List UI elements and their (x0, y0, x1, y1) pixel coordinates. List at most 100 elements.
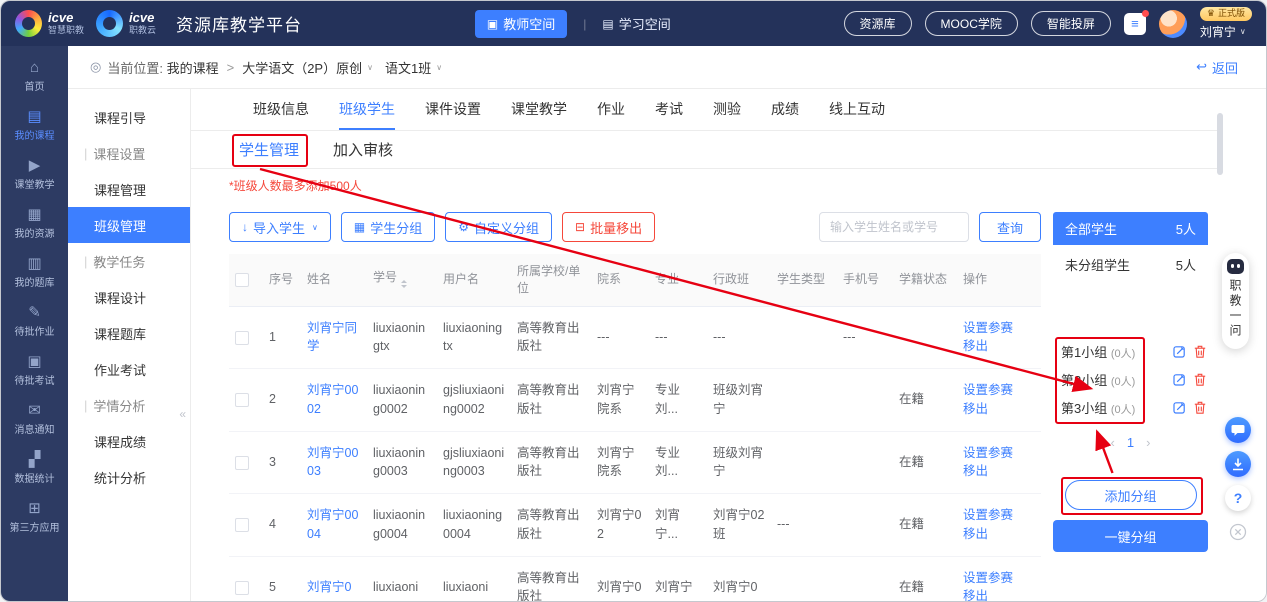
edit-group-icon[interactable] (1173, 401, 1186, 414)
import-students-button[interactable]: ↓导入学生∨ (229, 212, 331, 242)
row-checkbox[interactable] (235, 581, 249, 595)
action-set-contest[interactable]: 设置参赛 (963, 319, 1035, 338)
all-students-header[interactable]: 全部学生 5人 (1053, 212, 1208, 245)
collapse-menu-icon[interactable]: « (179, 407, 186, 421)
learning-space-link[interactable]: ▤ 学习空间 (602, 14, 670, 33)
action-set-contest[interactable]: 设置参赛 (963, 381, 1035, 400)
page-number[interactable]: 1 (1127, 435, 1134, 450)
action-remove[interactable]: 移出 (963, 337, 1035, 356)
student-name-link[interactable]: 刘宵宁0002 (307, 383, 358, 416)
chevron-down-icon[interactable]: ∨ (436, 63, 442, 72)
action-remove[interactable]: 移出 (963, 587, 1035, 602)
delete-group-icon[interactable] (1194, 345, 1206, 358)
tab[interactable]: 作业 (597, 89, 625, 130)
course-menu-item[interactable]: 课程设计 (68, 279, 190, 315)
edit-group-icon[interactable] (1173, 373, 1186, 386)
notification-icon[interactable]: ≡ (1124, 13, 1146, 35)
teacher-space-button[interactable]: ▣ 教师空间 (475, 10, 567, 38)
sidebar-item-my-courses[interactable]: ▤ 我的课程 (1, 101, 68, 150)
action-remove[interactable]: 移出 (963, 525, 1035, 544)
action-set-contest[interactable]: 设置参赛 (963, 569, 1035, 588)
tab[interactable]: 班级信息 (253, 89, 309, 130)
user-menu[interactable]: 刘宵宁∨ (1200, 23, 1246, 40)
subtab[interactable]: 加入审核 (333, 139, 393, 160)
action-remove[interactable]: 移出 (963, 400, 1035, 419)
resource-lib-button[interactable]: 资源库 (844, 11, 912, 36)
tab[interactable]: 成绩 (771, 89, 799, 130)
scrollbar-thumb[interactable] (1217, 113, 1223, 175)
course-menu-item[interactable]: 作业考试 (68, 351, 190, 387)
edit-group-icon[interactable] (1173, 345, 1186, 358)
download-float-icon[interactable] (1225, 451, 1251, 477)
action-set-contest[interactable]: 设置参赛 (963, 444, 1035, 463)
cell-status: 在籍 (893, 431, 957, 494)
sidebar-item-exams[interactable]: ▣ 待批考试 (1, 346, 68, 395)
back-button[interactable]: ↩返回 (1196, 58, 1238, 77)
tab[interactable]: 课件设置 (425, 89, 481, 130)
row-checkbox[interactable] (235, 518, 249, 532)
sidebar-item-classroom[interactable]: ▶ 课堂教学 (1, 150, 68, 199)
tab[interactable]: 测验 (713, 89, 741, 130)
sidebar-item-homework[interactable]: ✎ 待批作业 (1, 297, 68, 346)
sort-icon[interactable] (401, 277, 407, 291)
course-menu-item[interactable]: 课程管理 (68, 171, 190, 207)
sidebar-item-resources[interactable]: ▦ 我的资源 (1, 199, 68, 248)
sidebar-item-home[interactable]: ⌂ 首页 (1, 52, 68, 101)
delete-group-icon[interactable] (1194, 401, 1206, 414)
tab[interactable]: 课堂教学 (511, 89, 567, 130)
breadcrumb-my-courses[interactable]: 我的课程 (167, 58, 219, 77)
sidebar-item-third-party[interactable]: ⊞ 第三方应用 (1, 493, 68, 542)
ai-chat-icon[interactable] (1225, 417, 1251, 443)
group-row[interactable]: 第2小组 (0人) (1053, 365, 1208, 393)
chevron-down-icon[interactable]: ∨ (367, 63, 373, 72)
subtab[interactable]: 学生管理 (239, 139, 299, 160)
cell-class: --- (707, 306, 771, 369)
row-checkbox[interactable] (235, 331, 249, 345)
course-menu-item[interactable]: 班级管理 (68, 207, 190, 243)
course-menu-item[interactable]: 统计分析 (68, 459, 190, 495)
next-page-icon[interactable]: › (1146, 435, 1150, 450)
close-float-icon[interactable] (1225, 519, 1251, 545)
breadcrumb-course[interactable]: 大学语文（2P）原创 (242, 58, 362, 77)
course-menu-item[interactable]: 课程成绩 (68, 423, 190, 459)
row-checkbox[interactable] (235, 456, 249, 470)
action-remove[interactable]: 移出 (963, 462, 1035, 481)
course-menu-item[interactable]: 课程引导 (68, 99, 190, 135)
group-row[interactable]: 第1小组 (0人) (1053, 337, 1208, 365)
mooc-button[interactable]: MOOC学院 (925, 11, 1018, 36)
tab[interactable]: 考试 (655, 89, 683, 130)
student-name-link[interactable]: 刘宵宁0004 (307, 508, 358, 541)
group-row[interactable]: 第3小组 (0人) (1053, 393, 1208, 421)
student-name-link[interactable]: 刘宵宁0 (307, 580, 351, 594)
prev-page-icon[interactable]: ‹ (1111, 435, 1115, 450)
course-menu-section: | 学情分析 (68, 387, 190, 423)
qa-widget[interactable]: 职教一问 (1222, 253, 1249, 349)
tab[interactable]: 班级学生 (339, 89, 395, 130)
sidebar-item-messages[interactable]: ✉ 消息通知 (1, 395, 68, 444)
student-name-link[interactable]: 刘宵宁0003 (307, 446, 358, 479)
student-name-link[interactable]: 刘宵宁同学 (307, 321, 357, 354)
breadcrumb-class[interactable]: 语文1班 (385, 58, 431, 77)
ungrouped-row[interactable]: 未分组学生 5人 (1053, 245, 1208, 283)
brand-sub: 职教云 (129, 26, 156, 36)
search-input[interactable] (819, 212, 969, 242)
avatar[interactable] (1159, 10, 1187, 38)
course-menu-item[interactable]: 课程题库 (68, 315, 190, 351)
tab[interactable]: 线上互动 (829, 89, 885, 130)
batch-remove-button[interactable]: ⊟批量移出 (562, 212, 655, 242)
select-all-checkbox[interactable] (235, 273, 249, 287)
help-icon[interactable]: ? (1225, 485, 1251, 511)
auto-group-button[interactable]: 一键分组 (1053, 520, 1208, 552)
action-set-contest[interactable]: 设置参赛 (963, 506, 1035, 525)
cast-button[interactable]: 智能投屏 (1031, 11, 1111, 36)
delete-group-icon[interactable] (1194, 373, 1206, 386)
query-button[interactable]: 查询 (979, 212, 1041, 242)
home-icon: ⌂ (30, 60, 39, 75)
student-group-button[interactable]: ▦学生分组 (341, 212, 435, 242)
row-checkbox[interactable] (235, 393, 249, 407)
add-group-button[interactable]: 添加分组 (1065, 480, 1197, 510)
custom-group-button[interactable]: ⚙自定义分组 (445, 212, 552, 242)
cell-phone (837, 431, 893, 494)
sidebar-item-statistics[interactable]: ▞ 数据统计 (1, 444, 68, 493)
sidebar-item-question-bank[interactable]: ▥ 我的题库 (1, 248, 68, 297)
